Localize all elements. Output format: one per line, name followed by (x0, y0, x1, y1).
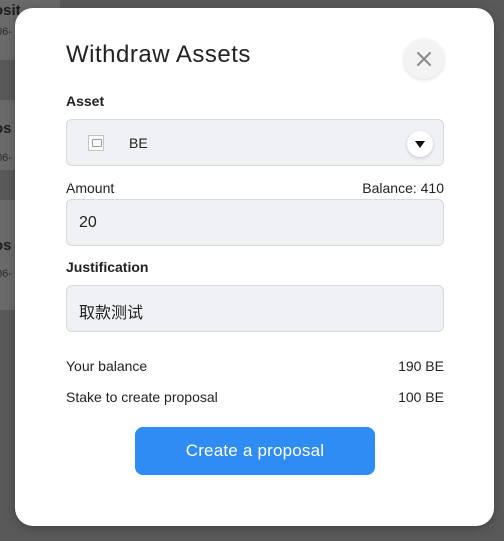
stake-label: Stake to create proposal (66, 389, 218, 405)
your-balance-label: Your balance (66, 358, 148, 374)
justification-label: Justification (66, 259, 149, 275)
your-balance-row: Your balance 190 BE (66, 358, 444, 374)
stake-value: 100 BE (398, 389, 444, 405)
withdraw-assets-modal: Withdraw Assets Asset BE Amount Balance:… (15, 8, 494, 526)
amount-value: 20 (79, 214, 97, 231)
amount-label: Amount (66, 180, 115, 196)
modal-title: Withdraw Assets (66, 41, 251, 68)
balance-text: Balance: 410 (362, 180, 444, 196)
asset-select[interactable]: BE (66, 119, 444, 166)
justification-value: 取款测试 (79, 305, 144, 322)
asset-selected-value: BE (129, 135, 148, 151)
close-icon (417, 52, 431, 66)
create-proposal-button[interactable]: Create a proposal (135, 427, 375, 475)
broken-image-icon (88, 135, 104, 151)
justification-input[interactable]: 取款测试 (66, 285, 444, 332)
background-card-title: os (0, 120, 12, 137)
background-card-title: os (0, 237, 12, 254)
stake-row: Stake to create proposal 100 BE (66, 389, 444, 405)
background-card-subtitle: 06- (0, 26, 12, 38)
your-balance-value: 190 BE (398, 358, 444, 374)
caret-down-icon[interactable] (407, 131, 433, 157)
amount-input[interactable]: 20 (66, 199, 444, 246)
background-card-subtitle: 06- (0, 152, 12, 164)
asset-label: Asset (66, 93, 105, 109)
close-button[interactable] (404, 39, 444, 79)
background-card-subtitle: 06- (0, 268, 12, 280)
